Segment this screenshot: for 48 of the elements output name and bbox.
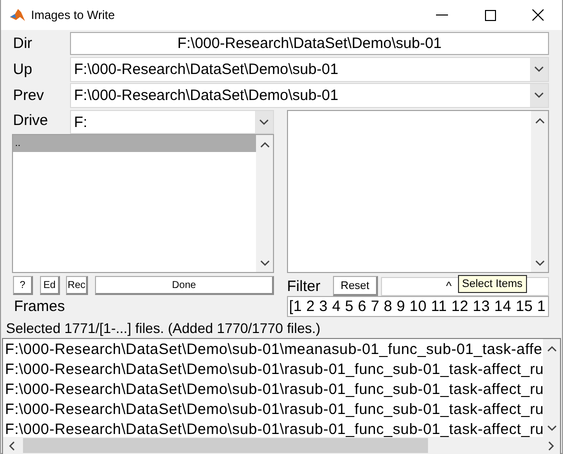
field-label: Dir [12, 35, 34, 52]
directory-field[interactable]: F:\000-Research\DataSet\Demo\sub-01 [70, 32, 549, 55]
status-text: Selected 1771/[1-...] files. (Added 1770/1770 files.) [5, 319, 322, 337]
path-dropdown[interactable]: F:\000-Research\DataSet\Demo\sub-01 [70, 56, 549, 82]
chevron-up-icon[interactable] [546, 346, 556, 352]
chevron-left-icon[interactable] [9, 440, 15, 450]
help-button[interactable]: ? [13, 276, 33, 295]
vertical-scrollbar[interactable] [256, 135, 273, 272]
window-title: Images to Write [31, 8, 116, 22]
vertical-scrollbar[interactable] [543, 339, 560, 437]
app-logo-icon [10, 8, 25, 22]
selected-files-list[interactable] [2, 338, 561, 454]
chevron-down-icon[interactable] [260, 260, 270, 266]
record-button[interactable]: Rec [66, 276, 88, 295]
directory-item[interactable]: .. [13, 135, 256, 152]
frames-field[interactable]: [1 2 3 4 5 6 7 8 9 10 11 12 13 14 15 1 [287, 296, 549, 317]
close-icon[interactable] [532, 9, 544, 21]
chevron-down-icon[interactable] [259, 119, 269, 125]
filter-label: Filter [287, 278, 322, 294]
path-dropdown[interactable]: F:\000-Research\DataSet\Demo\sub-01 [70, 82, 549, 108]
vertical-scrollbar[interactable] [531, 111, 548, 272]
scrollbar-thumb[interactable] [23, 438, 428, 453]
file-path[interactable]: F:\000-Research\DataSet\Demo\sub-01\meanasub-01_func_sub-01_task-affe [5, 340, 543, 360]
file-path[interactable]: F:\000-Research\DataSet\Demo\sub-01\rasub-01_func_sub-01_task-affect_ru [5, 380, 543, 400]
chevron-up-icon[interactable] [534, 118, 544, 124]
chevron-right-icon[interactable] [548, 440, 554, 450]
field-label: Up [12, 60, 34, 78]
directory-list[interactable]: .. [12, 134, 274, 273]
reset-button[interactable]: Reset [333, 276, 378, 296]
done-button[interactable]: Done [95, 276, 274, 295]
minimize-icon[interactable] [436, 14, 448, 16]
file-path[interactable]: F:\000-Research\DataSet\Demo\sub-01\rasub-01_func_sub-01_task-affect_ru [5, 420, 543, 437]
filter-field[interactable]: ^ Select Items [381, 276, 549, 296]
chevron-down-icon[interactable] [546, 425, 556, 431]
file-path[interactable]: F:\000-Research\DataSet\Demo\sub-01\rasub-01_func_sub-01_task-affect_ru [5, 400, 543, 420]
file-path[interactable]: F:\000-Research\DataSet\Demo\sub-01\rasub-01_func_sub-01_task-affect_ru [5, 360, 543, 380]
maximize-icon[interactable] [484, 10, 496, 20]
chevron-down-icon[interactable] [534, 66, 544, 72]
chevron-down-icon[interactable] [534, 92, 544, 98]
drive-dropdown[interactable]: F: [70, 110, 274, 134]
horizontal-scrollbar[interactable] [3, 437, 560, 454]
frames-label: Frames [13, 297, 66, 317]
field-label: Drive [12, 111, 50, 131]
field-label: Prev [12, 86, 45, 104]
chevron-down-icon[interactable] [534, 260, 544, 266]
chevron-up-icon[interactable] [260, 142, 270, 148]
tooltip: Select Items [458, 274, 527, 292]
edit-button[interactable]: Ed [40, 276, 60, 295]
